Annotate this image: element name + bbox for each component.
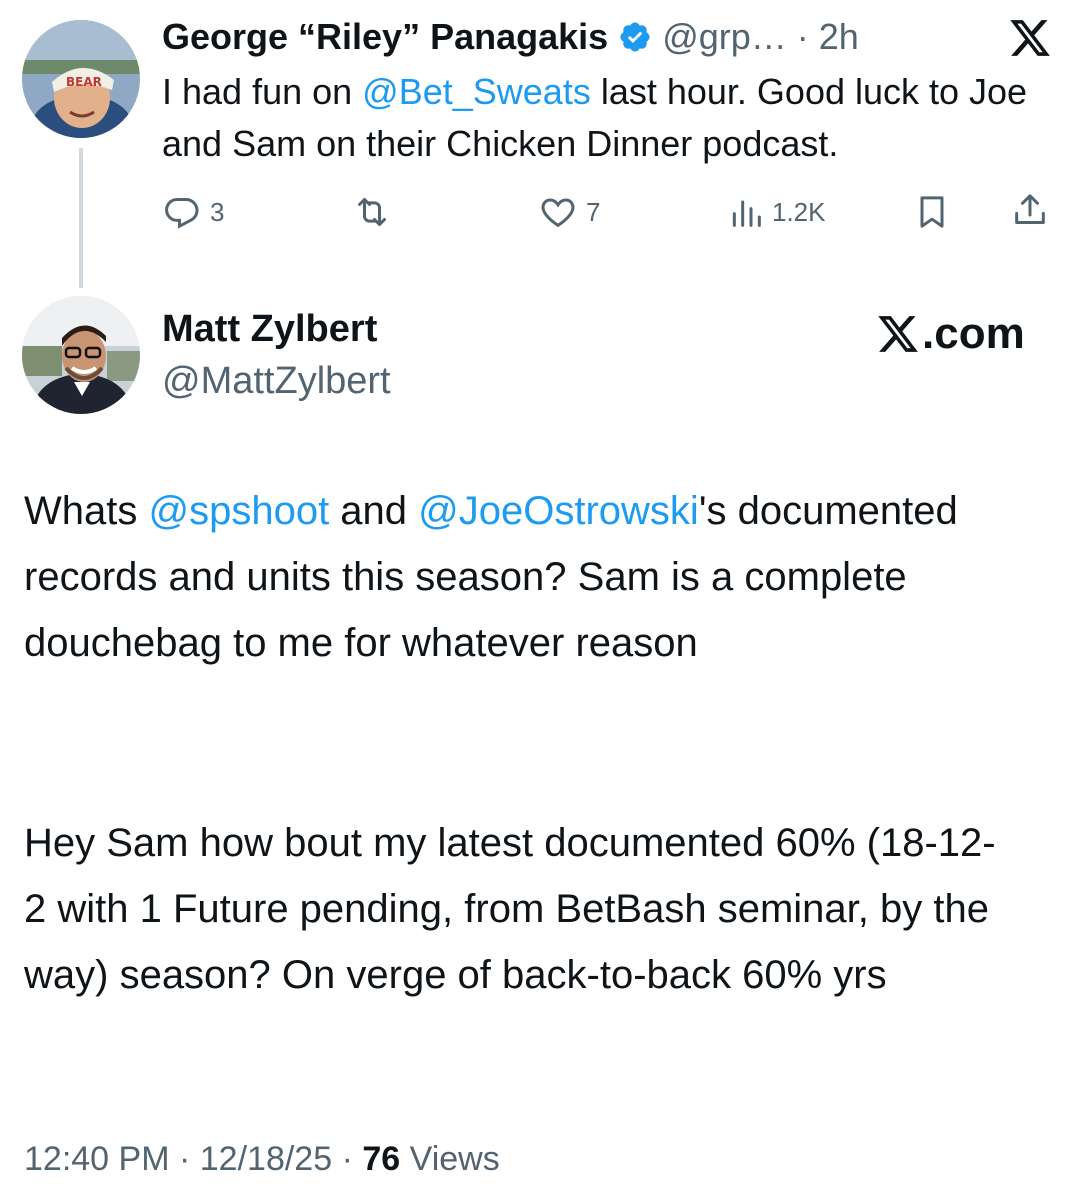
views-count: 1.2K	[772, 196, 826, 227]
like-count: 7	[586, 196, 601, 227]
handle-matt[interactable]: @MattZylbert	[162, 360, 391, 403]
reply-button[interactable]: 3	[162, 192, 224, 232]
parent-tweet-header: George “Riley” Panagakis @grp… · 2h	[162, 12, 859, 62]
display-name-george[interactable]: George “Riley” Panagakis	[162, 16, 608, 58]
like-button[interactable]: 7	[538, 192, 600, 232]
avatar-photo-icon	[22, 296, 140, 414]
repost-button[interactable]	[350, 192, 394, 232]
x-com-brand-label[interactable]: .com	[876, 308, 1025, 360]
mention-bet-sweats[interactable]: @Bet_Sweats	[362, 71, 591, 112]
main-tweet-paragraph-2: Hey Sam how bout my latest documented 60…	[24, 821, 996, 997]
tweet-date[interactable]: 12/18/25	[200, 1140, 332, 1178]
verified-badge-icon	[618, 20, 652, 54]
display-name-matt[interactable]: Matt Zylbert	[162, 308, 377, 351]
main-tweet-paragraph-1: Whats @spshoot and @JoeOstrowski's docum…	[24, 489, 958, 665]
brand-domain-text: .com	[922, 309, 1025, 358]
thread-connector-line	[79, 148, 83, 288]
parent-tweet-text: I had fun on @Bet_Sweats last hour. Good…	[162, 71, 1028, 164]
svg-text:BEAR: BEAR	[66, 75, 102, 89]
reply-icon	[165, 198, 199, 229]
avatar-matt[interactable]	[22, 296, 140, 414]
x-logo-icon[interactable]	[1008, 16, 1052, 60]
avatar-george[interactable]: BEAR	[22, 20, 140, 138]
x-logo-icon	[878, 316, 918, 352]
tweet-time-ago[interactable]: 2h	[819, 16, 859, 58]
separator-dot: ·	[796, 16, 809, 57]
views-button[interactable]: 1.2K	[726, 192, 826, 232]
views-chart-icon	[732, 200, 761, 227]
mention-spshoot[interactable]: @spshoot	[148, 489, 329, 533]
share-icon[interactable]	[1010, 190, 1050, 230]
repost-icon	[358, 198, 386, 226]
views-count-main: 76	[362, 1140, 401, 1178]
handle-george[interactable]: @grp…	[662, 16, 787, 58]
avatar-photo-icon: BEAR	[22, 20, 140, 138]
heart-icon	[541, 198, 575, 228]
reply-count: 3	[210, 196, 225, 227]
views-label: Views	[409, 1140, 500, 1178]
bookmark-icon[interactable]	[912, 192, 952, 232]
mention-joe-ostrowski[interactable]: @JoeOstrowski	[418, 489, 699, 533]
tweet-time[interactable]: 12:40 PM	[24, 1140, 170, 1178]
tweet-footer-meta: 12:40 PM · 12/18/25 · 76 Views	[24, 1140, 500, 1178]
